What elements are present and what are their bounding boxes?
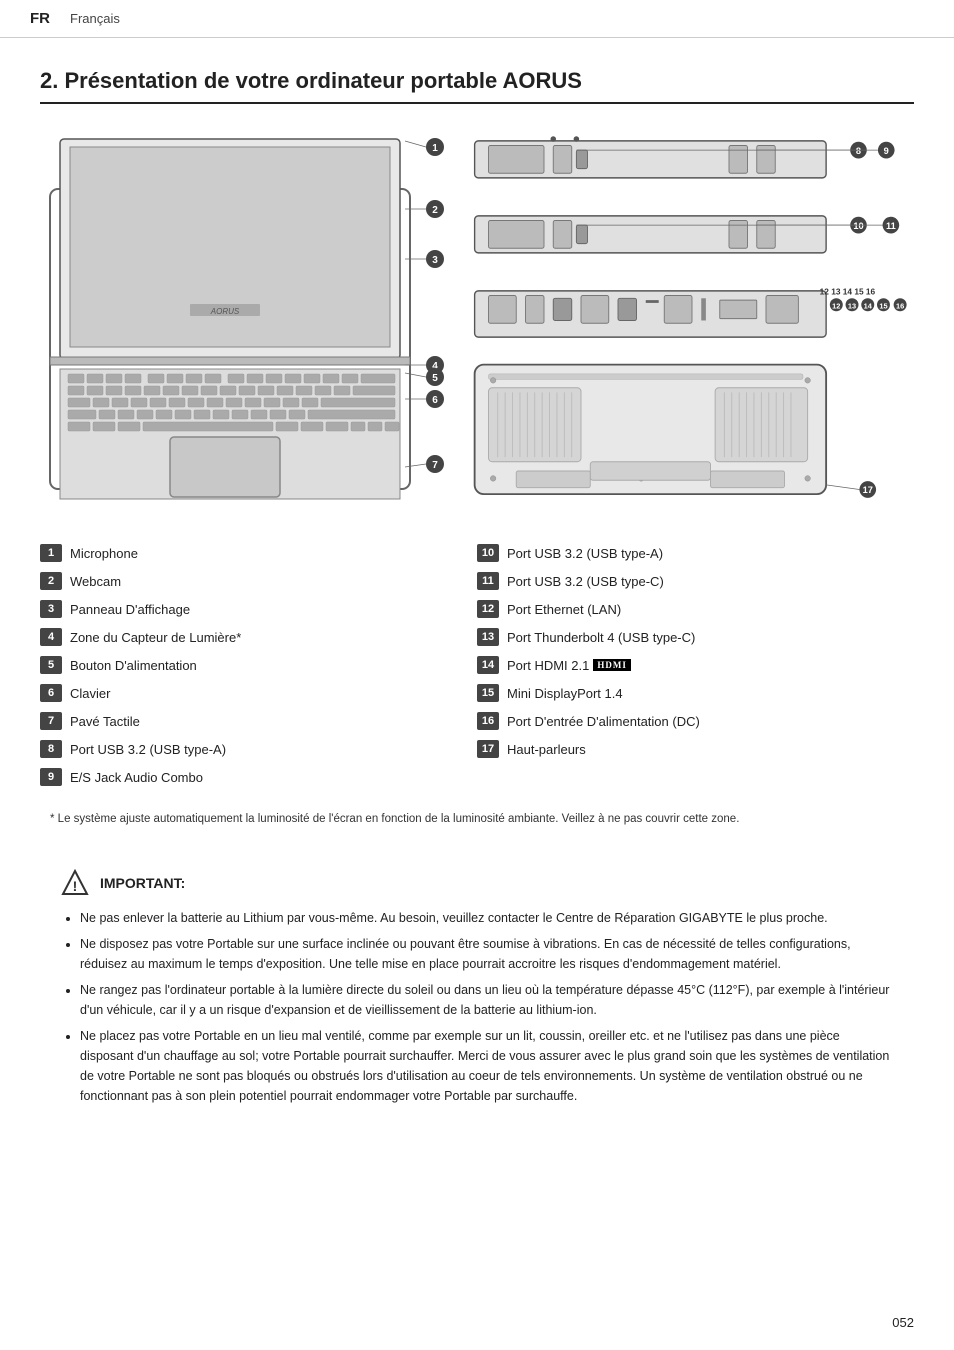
- label-num: 16: [477, 712, 499, 730]
- label-item: 15 Mini DisplayPort 1.4: [477, 679, 914, 707]
- label-text: Port D'entrée D'alimentation (DC): [507, 714, 700, 729]
- label-text: Clavier: [70, 686, 110, 701]
- svg-text:10: 10: [853, 221, 863, 231]
- label-num: 17: [477, 740, 499, 758]
- svg-text:16: 16: [896, 301, 904, 310]
- svg-text:2: 2: [432, 205, 438, 216]
- bottom-diagram: 17: [470, 354, 914, 514]
- lang-name: Français: [70, 11, 120, 26]
- label-num: 10: [477, 544, 499, 562]
- label-text: Port USB 3.2 (USB type-A): [507, 546, 663, 561]
- label-item: 17 Haut-parleurs: [477, 735, 914, 763]
- label-num: 8: [40, 740, 62, 758]
- svg-text:3: 3: [432, 255, 438, 266]
- lang-code: FR: [30, 10, 50, 27]
- label-text: Port USB 3.2 (USB type-C): [507, 574, 664, 589]
- label-text: Port Ethernet (LAN): [507, 602, 621, 617]
- label-item: 4 Zone du Capteur de Lumière*: [40, 623, 477, 651]
- label-item: 1 Microphone: [40, 539, 477, 567]
- label-text: Mini DisplayPort 1.4: [507, 686, 623, 701]
- svg-text:6: 6: [432, 395, 438, 406]
- label-text: E/S Jack Audio Combo: [70, 770, 203, 785]
- label-num: 13: [477, 628, 499, 646]
- label-item: 5 Bouton D'alimentation: [40, 651, 477, 679]
- label-text: Webcam: [70, 574, 121, 589]
- svg-text:!: !: [73, 878, 78, 894]
- svg-text:AORUS: AORUS: [210, 307, 240, 316]
- label-text: Bouton D'alimentation: [70, 658, 197, 673]
- side-diagrams: 8 9 10 11: [470, 129, 914, 514]
- svg-text:12 13 14 15 16: 12 13 14 15 16: [820, 287, 876, 297]
- top-side-diagram: 8 9: [470, 129, 914, 199]
- hdmi-logo: HDMI: [593, 659, 631, 671]
- page-content: 2. Présentation de votre ordinateur port…: [0, 38, 954, 1157]
- label-item: 16 Port D'entrée D'alimentation (DC): [477, 707, 914, 735]
- svg-text:14: 14: [864, 301, 873, 310]
- label-item: 10 Port USB 3.2 (USB type-A): [477, 539, 914, 567]
- label-text: Zone du Capteur de Lumière*: [70, 630, 241, 645]
- svg-text:8: 8: [856, 146, 861, 156]
- label-num: 14: [477, 656, 499, 674]
- label-text: Pavé Tactile: [70, 714, 140, 729]
- svg-text:12: 12: [832, 301, 840, 310]
- label-num: 4: [40, 628, 62, 646]
- label-num: 12: [477, 600, 499, 618]
- label-item: 11 Port USB 3.2 (USB type-C): [477, 567, 914, 595]
- warning-icon: !: [60, 868, 90, 898]
- diagram-area: AORUS: [40, 129, 914, 514]
- second-side-diagram: 10 11: [470, 204, 914, 274]
- label-num: 15: [477, 684, 499, 702]
- label-item: 8 Port USB 3.2 (USB type-A): [40, 735, 477, 763]
- label-num: 3: [40, 600, 62, 618]
- page-number: 052: [892, 1315, 914, 1330]
- label-text: Haut-parleurs: [507, 742, 586, 757]
- svg-text:17: 17: [863, 485, 873, 495]
- header: FR Français: [0, 0, 954, 38]
- important-section: ! IMPORTANT: Ne pas enlever la batterie …: [40, 853, 914, 1127]
- section-title: 2. Présentation de votre ordinateur port…: [40, 68, 914, 104]
- label-item: 6 Clavier: [40, 679, 477, 707]
- label-item: 2 Webcam: [40, 567, 477, 595]
- svg-text:15: 15: [879, 301, 887, 310]
- label-num: 1: [40, 544, 62, 562]
- labels-section: 1 Microphone 10 Port USB 3.2 (USB type-A) 2W…: [40, 539, 914, 791]
- label-num: 7: [40, 712, 62, 730]
- footnote: * Le système ajuste automatiquement la l…: [40, 811, 914, 828]
- label-text: Port USB 3.2 (USB type-A): [70, 742, 226, 757]
- important-label: IMPORTANT:: [100, 875, 185, 891]
- label-item: 12 Port Ethernet (LAN): [477, 595, 914, 623]
- label-text: Port Thunderbolt 4 (USB type-C): [507, 630, 695, 645]
- label-num: 6: [40, 684, 62, 702]
- svg-text:5: 5: [432, 373, 438, 384]
- important-bullet: Ne rangez pas l'ordinateur portable à la…: [80, 980, 894, 1020]
- label-num: 2: [40, 572, 62, 590]
- label-num: 11: [477, 572, 499, 590]
- label-item: 3 Panneau D'affichage: [40, 595, 477, 623]
- svg-text:13: 13: [848, 301, 856, 310]
- svg-text:1: 1: [432, 143, 438, 154]
- label-text: Microphone: [70, 546, 138, 561]
- label-num: 5: [40, 656, 62, 674]
- label-item: 13 Port Thunderbolt 4 (USB type-C): [477, 623, 914, 651]
- label-item: 7 Pavé Tactile: [40, 707, 477, 735]
- svg-text:9: 9: [884, 146, 889, 156]
- label-text: Panneau D'affichage: [70, 602, 190, 617]
- laptop-diagram: AORUS: [40, 129, 450, 514]
- label-item: 9 E/S Jack Audio Combo: [40, 763, 477, 791]
- laptop-svg: AORUS: [40, 129, 450, 509]
- label-text: Port HDMI 2.1: [507, 658, 589, 673]
- svg-text:7: 7: [432, 460, 438, 471]
- important-bullet: Ne placez pas votre Portable en un lieu …: [80, 1026, 894, 1106]
- important-bullet: Ne pas enlever la batterie au Lithium pa…: [80, 908, 894, 928]
- svg-text:11: 11: [886, 221, 896, 231]
- third-side-diagram: 12 13 14 15 16 12 13 14 15 16: [470, 279, 914, 349]
- label-num: 9: [40, 768, 62, 786]
- label-item: 14 Port HDMI 2.1 HDMI: [477, 651, 914, 679]
- important-title: ! IMPORTANT:: [60, 868, 894, 898]
- important-bullets: Ne pas enlever la batterie au Lithium pa…: [60, 908, 894, 1106]
- important-bullet: Ne disposez pas votre Portable sur une s…: [80, 934, 894, 974]
